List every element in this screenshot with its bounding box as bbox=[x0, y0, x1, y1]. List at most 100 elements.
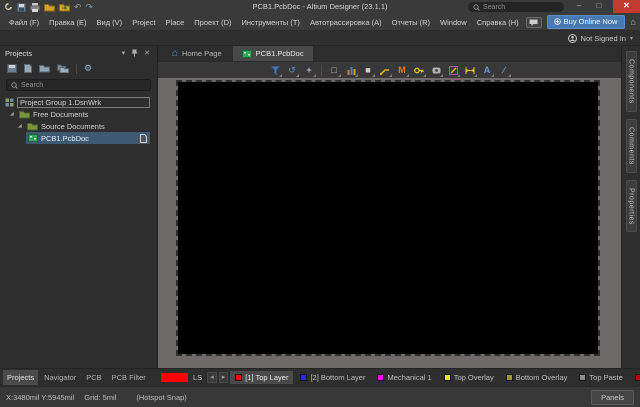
maximize-button[interactable]: □ bbox=[590, 0, 608, 13]
menu-view[interactable]: Вид (V) bbox=[92, 16, 128, 29]
menu-design[interactable]: Проект (D) bbox=[189, 16, 236, 29]
undo-icon[interactable]: ↶ bbox=[74, 2, 82, 13]
menu-tools[interactable]: Инструменты (T) bbox=[237, 16, 305, 29]
tree-item-pcb-doc[interactable]: PCB1.PcbDoc bbox=[26, 132, 150, 144]
account-row: Not Signed In ▾ bbox=[0, 31, 640, 46]
layer-tab-mechanical-1[interactable]: Mechanical 1 bbox=[372, 371, 436, 384]
snap-mode: (Hotspot Snap) bbox=[136, 393, 186, 402]
key-icon[interactable] bbox=[411, 63, 427, 78]
close-button[interactable]: ✕ bbox=[613, 0, 640, 13]
selection-rect-icon[interactable]: □ bbox=[326, 63, 342, 78]
filter-funnel-icon[interactable] bbox=[267, 63, 283, 78]
menu-edit[interactable]: Правка (E) bbox=[44, 16, 91, 29]
buy-online-now-button[interactable]: Buy Online Now bbox=[547, 15, 626, 29]
pcb-board-region[interactable] bbox=[176, 80, 600, 356]
projects-panel-toolbar: ⚙ bbox=[0, 59, 157, 78]
menu-project[interactable]: Project bbox=[127, 16, 160, 29]
projects-search-input[interactable]: Search bbox=[6, 79, 151, 91]
tab-pcb1-pcbdoc[interactable]: PCB1.PcbDoc bbox=[233, 46, 313, 61]
expand-arrow-icon[interactable]: ◢ bbox=[10, 111, 16, 117]
panel-settings-gear-icon[interactable]: ⚙ bbox=[84, 63, 92, 74]
home-icon[interactable]: ⌂ bbox=[630, 17, 635, 27]
layer-label: Top Paste bbox=[589, 373, 622, 382]
tab-comments[interactable]: Comments bbox=[626, 119, 637, 173]
explorer-folders-icon[interactable] bbox=[57, 64, 69, 73]
pad-icon[interactable] bbox=[428, 63, 444, 78]
place-line-icon[interactable]: ∕ bbox=[496, 63, 512, 78]
tab-home-page[interactable]: ⌂ Home Page bbox=[163, 46, 231, 61]
measure-icon[interactable]: M bbox=[394, 63, 410, 78]
layer-tab-top-paste[interactable]: Top Paste bbox=[574, 371, 627, 384]
redo-icon[interactable]: ↷ bbox=[86, 2, 94, 13]
layer-color-swatch bbox=[377, 374, 384, 381]
search-placeholder: Search bbox=[21, 82, 43, 89]
pcb-canvas[interactable] bbox=[158, 78, 621, 368]
menu-help[interactable]: Справка (H) bbox=[472, 16, 524, 29]
menu-window[interactable]: Window bbox=[435, 16, 472, 29]
search-icon bbox=[473, 4, 480, 11]
clear-filter-icon[interactable]: ↺ bbox=[284, 63, 300, 78]
feedback-comment-button[interactable] bbox=[526, 17, 542, 28]
print-icon[interactable] bbox=[30, 3, 40, 12]
panel-tab-navigator[interactable]: Navigator bbox=[40, 370, 80, 385]
layer-tab-top-overlay[interactable]: Top Overlay bbox=[439, 371, 499, 384]
compile-document-icon[interactable] bbox=[24, 64, 32, 73]
menu-reports[interactable]: Отчеты (R) bbox=[387, 16, 435, 29]
open-folder-icon[interactable] bbox=[44, 3, 55, 12]
layer-color-swatch bbox=[444, 374, 451, 381]
minimize-button[interactable]: – bbox=[570, 0, 588, 13]
document-page-icon bbox=[140, 134, 147, 143]
panel-pin-icon[interactable] bbox=[128, 49, 141, 57]
tree-item-source-documents[interactable]: ◢ Source Documents bbox=[0, 120, 157, 132]
tab-components[interactable]: Components bbox=[626, 51, 637, 112]
panel-tab-projects[interactable]: Projects bbox=[3, 370, 38, 385]
layer-tab-bottom-layer[interactable]: [2] Bottom Layer bbox=[295, 371, 370, 384]
layer-set-label[interactable]: LS bbox=[190, 373, 205, 382]
expand-arrow-icon[interactable]: ◢ bbox=[18, 123, 24, 129]
global-search-input[interactable]: Search bbox=[468, 2, 564, 12]
fill-region-icon[interactable]: ■ bbox=[360, 63, 376, 78]
cart-icon bbox=[554, 18, 561, 25]
placement-bars-icon[interactable] bbox=[343, 63, 359, 78]
open-recent-icon[interactable] bbox=[59, 3, 70, 12]
menu-autoroute[interactable]: Автотрассировка (A) bbox=[305, 16, 387, 29]
layer-color-swatch bbox=[579, 374, 586, 381]
save-icon[interactable] bbox=[17, 3, 26, 12]
buy-online-label: Buy Online Now bbox=[564, 17, 618, 26]
cursor-coordinates: X:3480mil Y:5945mil bbox=[6, 393, 74, 402]
layer-tab-top-layer[interactable]: [1] Top Layer bbox=[230, 371, 293, 384]
panel-menu-icon[interactable]: ▾ bbox=[119, 49, 129, 57]
layer-tab-bottom-paste[interactable]: Bottom Paste bbox=[630, 371, 640, 384]
interactive-routing-icon[interactable] bbox=[377, 63, 393, 78]
layer-label: [2] Bottom Layer bbox=[310, 373, 365, 382]
dimension-icon[interactable] bbox=[462, 63, 478, 78]
search-placeholder: Search bbox=[483, 4, 505, 11]
workspace-icon bbox=[5, 98, 14, 107]
layer-color-swatch bbox=[635, 374, 640, 381]
layer-color-swatch bbox=[506, 374, 513, 381]
layer-bar: LS ◂ ▸ [1] Top Layer [2] Bottom Layer Me… bbox=[158, 371, 640, 384]
menu-file[interactable]: Файл (F) bbox=[4, 16, 44, 29]
save-project-icon[interactable] bbox=[7, 64, 17, 73]
panel-close-icon[interactable]: ✕ bbox=[141, 49, 153, 57]
place-text-icon[interactable]: A bbox=[479, 63, 495, 78]
menu-place[interactable]: Place bbox=[161, 16, 190, 29]
panel-tab-pcb-filter[interactable]: PCB Filter bbox=[108, 370, 150, 385]
scroll-layers-right-button[interactable]: ▸ bbox=[219, 372, 229, 383]
tree-item-workspace[interactable]: Project Group 1.DsnWrk bbox=[0, 96, 157, 108]
current-layer-swatch[interactable] bbox=[161, 373, 188, 382]
tab-properties[interactable]: Properties bbox=[626, 180, 637, 233]
tab-label: PCB1.PcbDoc bbox=[256, 49, 304, 58]
open-project-folder-icon[interactable] bbox=[39, 64, 50, 73]
sign-in-status[interactable]: Not Signed In bbox=[581, 34, 626, 43]
region-icon[interactable] bbox=[445, 63, 461, 78]
status-bar: X:3480mil Y:5945mil Grid: 5mil (Hotspot … bbox=[0, 386, 640, 407]
panel-tab-pcb[interactable]: PCB bbox=[82, 370, 105, 385]
panels-button[interactable]: Panels bbox=[591, 390, 634, 405]
active-bar-toolbar: ↺ + □ ■ M bbox=[158, 61, 621, 78]
document-tabbar: ⌂ Home Page PCB1.PcbDoc bbox=[158, 46, 621, 61]
scroll-layers-left-button[interactable]: ◂ bbox=[207, 372, 217, 383]
snap-crosshair-icon[interactable]: + bbox=[301, 63, 317, 78]
layer-tab-bottom-overlay[interactable]: Bottom Overlay bbox=[501, 371, 573, 384]
tree-item-free-documents[interactable]: ◢ Free Documents bbox=[0, 108, 157, 120]
